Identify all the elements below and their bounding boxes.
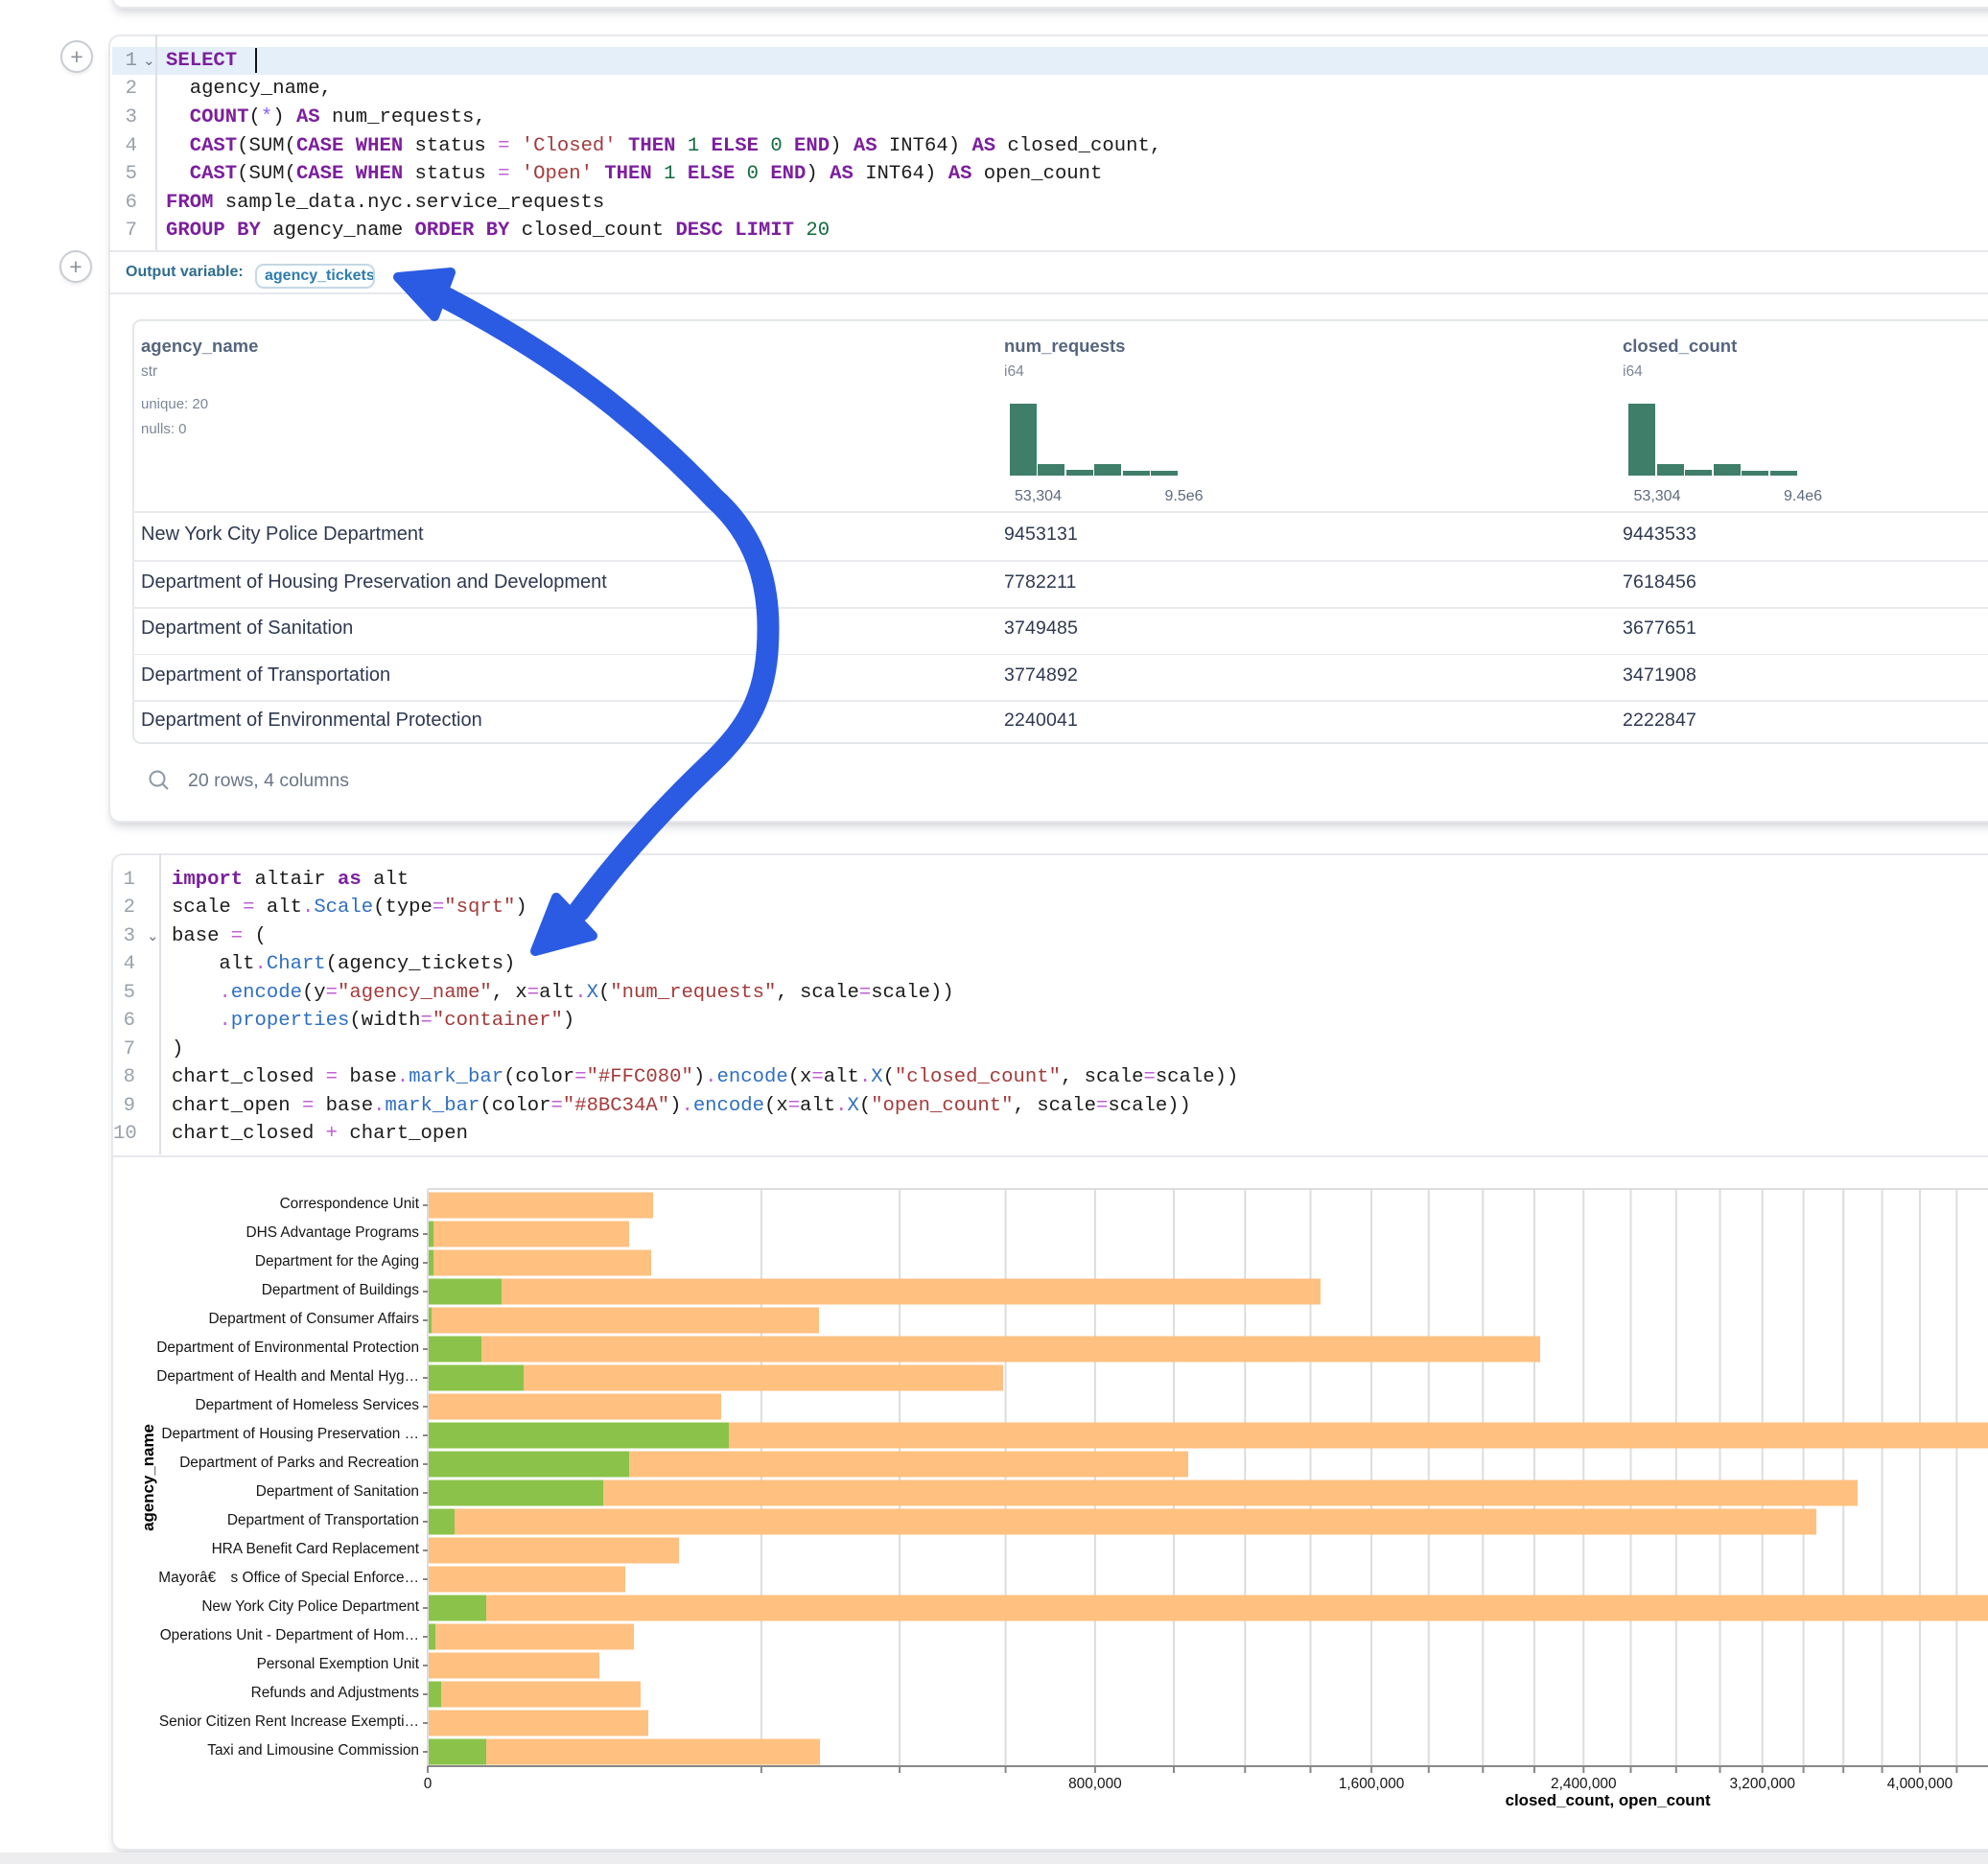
svg-text:agency_name: agency_name <box>139 1424 157 1531</box>
svg-text:HRA Benefit Card Replacement: HRA Benefit Card Replacement <box>212 1541 420 1557</box>
svg-text:Department of Environmental Pr: Department of Environmental Protection <box>156 1340 419 1356</box>
svg-text:2,400,000: 2,400,000 <box>1551 1776 1616 1792</box>
svg-text:Department of Housing Preserva: Department of Housing Preservation … <box>161 1426 419 1442</box>
svg-text:Department of Buildings: Department of Buildings <box>262 1282 420 1298</box>
svg-text:Personal Exemption Unit: Personal Exemption Unit <box>257 1656 420 1672</box>
svg-text:Department of Sanitation: Department of Sanitation <box>256 1483 419 1500</box>
svg-text:Department of Health and Menta: Department of Health and Mental Hyg… <box>156 1368 419 1385</box>
svg-text:Department for the Aging: Department for the Aging <box>255 1253 419 1270</box>
svg-text:Senior Citizen Rent Increase E: Senior Citizen Rent Increase Exempti… <box>159 1713 419 1730</box>
svg-text:1,600,000: 1,600,000 <box>1339 1776 1404 1792</box>
svg-text:4,000,000: 4,000,000 <box>1887 1776 1953 1792</box>
svg-text:Correspondence Unit: Correspondence Unit <box>280 1196 420 1212</box>
svg-text:Department of Homeless Service: Department of Homeless Services <box>195 1397 419 1413</box>
svg-text:New York City Police Departmen: New York City Police Department <box>201 1598 419 1615</box>
svg-text:closed_count, open_count: closed_count, open_count <box>1506 1791 1711 1809</box>
svg-text:Taxi and Limousine Commission: Taxi and Limousine Commission <box>207 1742 419 1759</box>
svg-text:3,200,000: 3,200,000 <box>1729 1776 1794 1792</box>
svg-text:DHS Advantage Programs: DHS Advantage Programs <box>246 1224 419 1241</box>
svg-text:Operations Unit - Department o: Operations Unit - Department of Hom… <box>160 1627 419 1643</box>
svg-text:0: 0 <box>424 1776 433 1792</box>
svg-text:800,000: 800,000 <box>1068 1776 1122 1792</box>
svg-text:Department of Transportation: Department of Transportation <box>227 1512 419 1528</box>
svg-text:Department of Consumer Affairs: Department of Consumer Affairs <box>208 1311 419 1327</box>
svg-text:Refunds and Adjustments: Refunds and Adjustments <box>251 1685 420 1701</box>
svg-text:Department of Parks and Recrea: Department of Parks and Recreation <box>179 1455 419 1471</box>
svg-text:Mayorâ€ s Office of Special En: Mayorâ€ s Office of Special Enforce… <box>158 1570 419 1586</box>
